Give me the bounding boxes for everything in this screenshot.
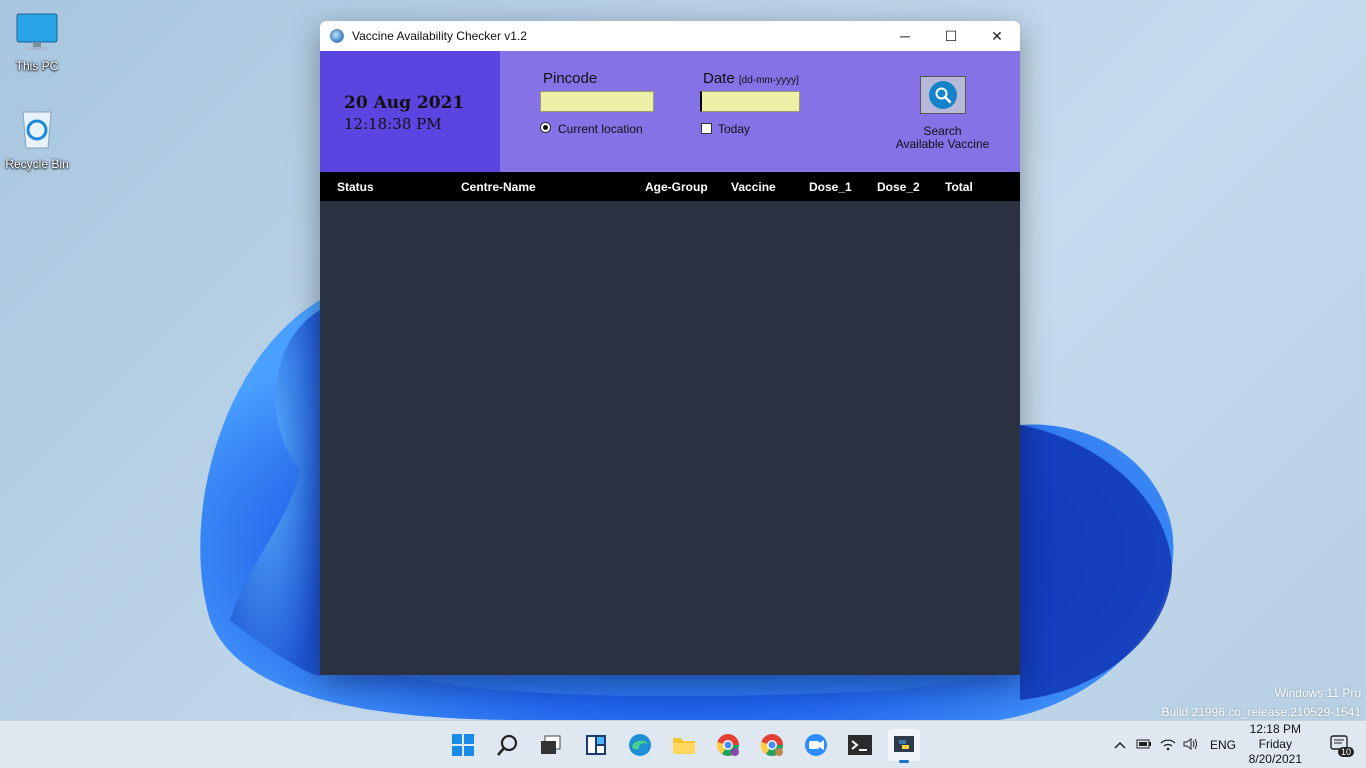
desktop-icon-label: Recycle Bin <box>5 157 69 171</box>
taskbar: ENG 12:18 PM Friday 8/20/2021 10 <box>0 720 1366 768</box>
minimize-button[interactable]: ─ <box>882 21 928 51</box>
results-table-header: Status Centre-Name Age-Group Vaccine Dos… <box>320 172 1020 201</box>
current-location-label: Current location <box>558 122 643 136</box>
python-icon[interactable] <box>888 729 920 763</box>
clock-day: Friday <box>1258 737 1292 751</box>
notification-center-icon[interactable]: 10 <box>1330 735 1354 757</box>
search-icon[interactable] <box>492 729 524 761</box>
widgets-icon[interactable] <box>580 729 612 761</box>
clock-time: 12:18 PM <box>1249 722 1301 736</box>
search-button[interactable] <box>920 76 966 114</box>
windows-build-watermark: Build 21996.co_release.210529-1541 <box>1161 705 1362 719</box>
close-button[interactable]: ✕ <box>974 21 1020 51</box>
today-label: Today <box>718 122 751 136</box>
search-caption: Search Available Vaccine <box>890 125 995 151</box>
desktop-icon-label: This PC <box>15 59 59 73</box>
monitor-icon <box>2 12 72 55</box>
pincode-input[interactable] <box>540 91 654 112</box>
column-dose-2[interactable]: Dose_2 <box>877 180 920 194</box>
volume-icon[interactable] <box>1182 737 1198 754</box>
column-vaccine[interactable]: Vaccine <box>731 180 776 194</box>
date-label: Date [dd-mm-yyyy] <box>703 70 799 87</box>
start-icon[interactable] <box>447 729 479 761</box>
column-status[interactable]: Status <box>337 180 374 194</box>
app-icon <box>330 29 344 43</box>
taskbar-clock[interactable]: 12:18 PM Friday 8/20/2021 <box>1249 722 1302 767</box>
file-explorer-icon[interactable] <box>668 729 700 761</box>
chevron-up-icon[interactable] <box>1112 738 1128 752</box>
current-date: 20 Aug 2021 <box>344 93 465 113</box>
language-indicator[interactable]: ENG <box>1210 738 1236 752</box>
column-total[interactable]: Total <box>945 180 973 194</box>
terminal-icon[interactable] <box>844 729 876 761</box>
today-checkbox[interactable] <box>701 123 712 134</box>
notification-count-badge: 10 <box>1337 747 1354 757</box>
clock-panel: 20 Aug 2021 12:18:38 PM <box>320 51 500 172</box>
date-format-hint: [dd-mm-yyyy] <box>738 75 799 86</box>
app-window: Vaccine Availability Checker v1.2 ─ ☐ ✕ … <box>320 21 1020 675</box>
date-label-text: Date <box>703 70 735 87</box>
desktop-icon-recycle-bin[interactable]: Recycle Bin <box>2 106 72 171</box>
recycle-bin-icon <box>2 106 72 153</box>
column-age-group[interactable]: Age-Group <box>645 180 708 194</box>
current-time: 12:18:38 PM <box>344 115 442 133</box>
clock-date: 8/20/2021 <box>1248 752 1302 766</box>
task-view-icon[interactable] <box>535 729 567 761</box>
search-form: Pincode Current location Date [dd-mm-yyy… <box>500 51 1020 172</box>
column-centre-name[interactable]: Centre-Name <box>461 180 536 194</box>
edge-icon[interactable] <box>624 729 656 761</box>
current-location-radio[interactable] <box>540 122 551 133</box>
search-magnifier-icon <box>929 81 957 109</box>
battery-icon[interactable] <box>1136 738 1152 753</box>
chrome-icon[interactable] <box>712 729 744 761</box>
results-table-body[interactable] <box>320 201 1020 675</box>
chrome-profile-icon[interactable] <box>756 729 788 761</box>
system-tray: ENG <box>1112 721 1236 768</box>
maximize-button[interactable]: ☐ <box>928 21 974 51</box>
window-title: Vaccine Availability Checker v1.2 <box>352 29 527 43</box>
pincode-label: Pincode <box>543 70 598 87</box>
header-band: 20 Aug 2021 12:18:38 PM Pincode Current … <box>320 51 1020 172</box>
date-input[interactable] <box>700 91 800 112</box>
search-caption-line2: Available Vaccine <box>895 137 990 151</box>
wifi-icon[interactable] <box>1160 737 1176 754</box>
column-dose-1[interactable]: Dose_1 <box>809 180 852 194</box>
zoom-icon[interactable] <box>800 729 832 761</box>
title-bar[interactable]: Vaccine Availability Checker v1.2 ─ ☐ ✕ <box>320 21 1020 51</box>
windows-edition-watermark: Windows 11 Pro <box>1274 686 1361 700</box>
desktop-icon-this-pc[interactable]: This PC <box>2 12 72 73</box>
